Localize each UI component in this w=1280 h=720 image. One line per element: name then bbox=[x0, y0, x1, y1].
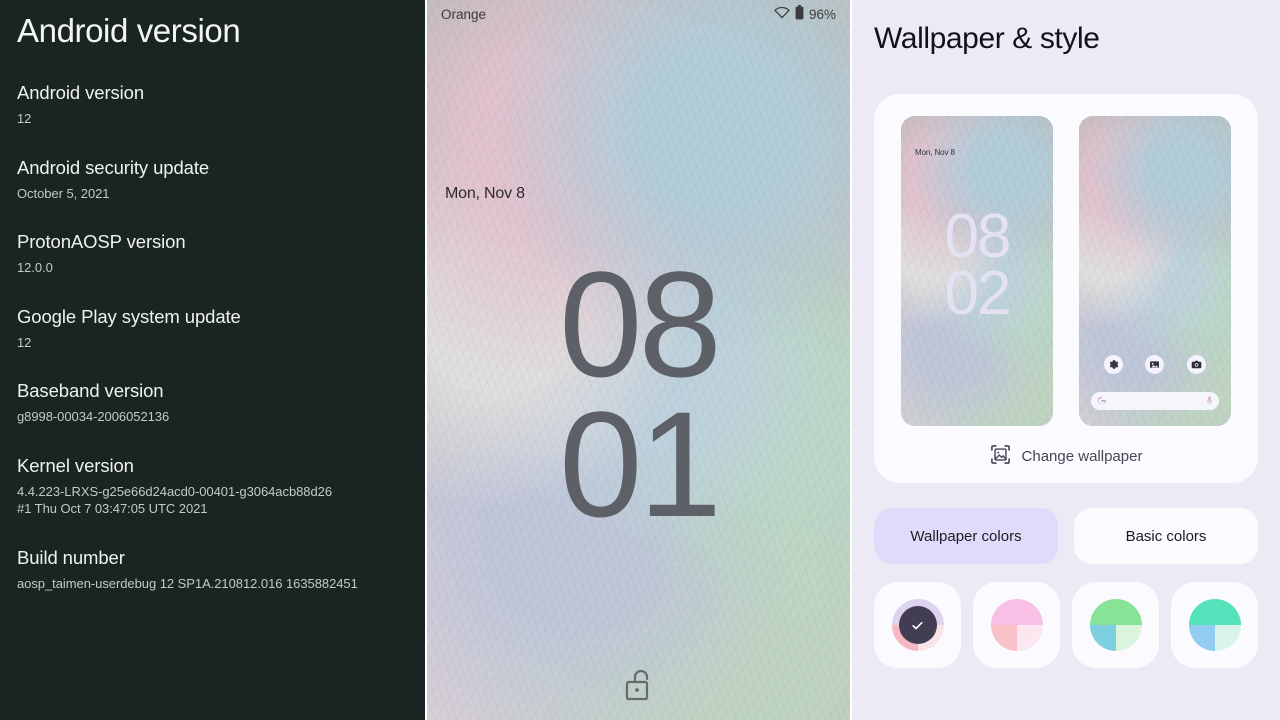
swatch-quadrant-bottom-left bbox=[990, 625, 1017, 651]
tab-label: Wallpaper colors bbox=[910, 527, 1022, 545]
about-item-label: Build number bbox=[17, 546, 125, 568]
carrier-label: Orange bbox=[441, 6, 487, 22]
home-app-icons bbox=[1079, 355, 1231, 374]
android-version-panel: Android version Android version 12 Andro… bbox=[0, 0, 425, 720]
page-title: Android version bbox=[17, 12, 241, 49]
swatch-quadrant-bottom-right bbox=[1016, 625, 1043, 651]
about-item-value: 12 bbox=[17, 111, 32, 126]
check-icon bbox=[912, 621, 923, 629]
about-item-value: 4.4.223-LRXS-g25e66d24acd0-00401-g3064ac… bbox=[17, 483, 333, 517]
status-bar-right: 96% bbox=[774, 5, 836, 23]
about-item-label: ProtonAOSP version bbox=[17, 231, 186, 252]
about-item-value: October 5, 2021 bbox=[17, 185, 110, 201]
about-item-label: Kernel version bbox=[17, 454, 134, 476]
about-item-label: Android security update bbox=[17, 156, 210, 178]
google-g-icon bbox=[1097, 392, 1106, 410]
lock-screen-date: Mon, Nov 8 bbox=[445, 185, 525, 202]
color-swatch-option-3[interactable] bbox=[1072, 582, 1159, 668]
preview-clock-hours: 08 bbox=[944, 202, 1012, 271]
about-item-android-security-update[interactable]: Android security update October 5, 2021 bbox=[17, 156, 408, 203]
about-list: Android version 12 Android security upda… bbox=[17, 81, 408, 592]
tab-basic-colors[interactable]: Basic colors bbox=[1074, 508, 1258, 564]
clock-minutes: 01 bbox=[559, 379, 722, 548]
lock-screen-clock: 08 01 bbox=[427, 240, 850, 548]
preview-lock-date: Mon, Nov 8 bbox=[915, 148, 955, 157]
change-wallpaper-label: Change wallpaper bbox=[1021, 448, 1143, 465]
teal-swatch bbox=[1188, 599, 1241, 651]
home-search-bar[interactable] bbox=[1091, 392, 1219, 410]
color-swatch-row bbox=[874, 582, 1258, 668]
preview-clock-minutes: 02 bbox=[944, 259, 1012, 329]
about-item-label: Android version bbox=[17, 82, 145, 103]
photos-icon bbox=[1145, 355, 1165, 374]
settings-gear-icon bbox=[1104, 355, 1124, 374]
color-source-tabs: Wallpaper colors Basic colors bbox=[874, 508, 1258, 564]
microphone-icon bbox=[1206, 392, 1213, 410]
tab-label: Basic colors bbox=[1125, 527, 1207, 545]
screenshot-stage: Android version Android version 12 Andro… bbox=[0, 0, 1280, 720]
style-page-title: Wallpaper & style bbox=[874, 22, 1100, 55]
about-item-build-number[interactable]: Build number aosp_taimen-userdebug 12 SP… bbox=[17, 546, 408, 593]
unlock-icon bbox=[625, 669, 648, 701]
wallpaper-and-style-panel: Wallpaper & style Mon, Nov 8 08 02 Chang… bbox=[852, 0, 1280, 720]
tab-wallpaper-colors[interactable]: Wallpaper colors bbox=[874, 508, 1058, 564]
preview-lock-clock: 08 02 bbox=[901, 202, 1053, 329]
preview-row: Mon, Nov 8 08 02 bbox=[874, 116, 1258, 426]
change-wallpaper-button[interactable]: Change wallpaper bbox=[874, 444, 1258, 469]
swatch-quadrant-bottom-right bbox=[1115, 625, 1142, 651]
color-swatch-option-4[interactable] bbox=[1171, 582, 1258, 668]
status-bar: Orange 96% bbox=[427, 0, 850, 28]
lavender-pink-swatch bbox=[891, 599, 944, 651]
unlock-button[interactable] bbox=[427, 666, 850, 704]
clock-hours: 08 bbox=[559, 240, 722, 408]
preview-card: Mon, Nov 8 08 02 Change wallpaper bbox=[874, 94, 1258, 483]
lock-screen-preview[interactable]: Mon, Nov 8 08 02 bbox=[901, 116, 1053, 426]
about-item-value: 12 bbox=[17, 334, 32, 350]
about-item-value: aosp_taimen-userdebug 12 SP1A.210812.016… bbox=[17, 575, 358, 591]
battery-icon bbox=[795, 5, 804, 23]
swatch-quadrant-top bbox=[1188, 599, 1241, 625]
battery-percent: 96% bbox=[808, 6, 836, 22]
swatch-quadrant-bottom-left bbox=[1188, 625, 1215, 651]
about-item-google-play-system-update[interactable]: Google Play system update 12 bbox=[17, 305, 408, 352]
color-swatch-option-1[interactable] bbox=[874, 582, 961, 668]
swatch-quadrant-bottom-right bbox=[1214, 625, 1241, 651]
about-item-label: Google Play system update bbox=[17, 305, 241, 327]
color-swatch-option-2[interactable] bbox=[973, 582, 1060, 668]
about-item-protonaosp-version[interactable]: ProtonAOSP version 12.0.0 bbox=[17, 230, 408, 277]
about-item-value: g8998-00034-2006052136 bbox=[17, 409, 170, 424]
about-item-value: 12.0.0 bbox=[17, 260, 53, 275]
green-swatch bbox=[1089, 599, 1142, 651]
about-item-android-version[interactable]: Android version 12 bbox=[17, 81, 408, 128]
pink-swatch bbox=[990, 599, 1043, 651]
camera-icon bbox=[1186, 355, 1206, 374]
wifi-icon bbox=[774, 6, 790, 22]
swatch-quadrant-top bbox=[1089, 599, 1142, 625]
about-item-kernel-version[interactable]: Kernel version 4.4.223-LRXS-g25e66d24acd… bbox=[17, 454, 408, 518]
about-item-label: Baseband version bbox=[17, 380, 164, 401]
home-screen-preview[interactable] bbox=[1079, 116, 1231, 426]
about-item-baseband-version[interactable]: Baseband version g8998-00034-2006052136 bbox=[17, 379, 408, 426]
lock-screen-panel: Orange 96% Mon, Nov 8 08 01 bbox=[427, 0, 850, 720]
preview-wallpaper-scrim bbox=[1079, 116, 1231, 426]
image-frame-icon bbox=[990, 444, 1011, 469]
swatch-quadrant-bottom-left bbox=[1089, 625, 1116, 651]
swatch-quadrant-top bbox=[990, 599, 1043, 625]
swatch-selected-indicator bbox=[898, 606, 937, 644]
